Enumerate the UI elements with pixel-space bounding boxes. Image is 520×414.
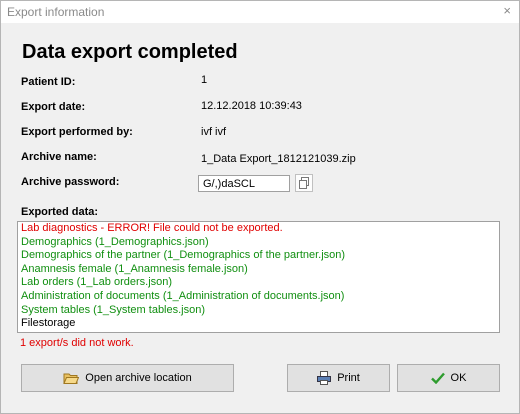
folder-icon (63, 373, 80, 384)
copy-password-button[interactable] (295, 174, 313, 192)
checkmark-icon (430, 372, 445, 384)
patient-id-label: Patient ID: (21, 76, 76, 88)
printer-icon (317, 371, 332, 385)
print-label: Print (337, 372, 360, 384)
export-status-message: 1 export/s did not work. (20, 337, 134, 349)
ok-label: OK (450, 372, 467, 384)
open-archive-location-button[interactable]: Open archive location (21, 364, 234, 392)
ok-button[interactable]: OK (397, 364, 500, 392)
archive-password-label: Archive password: (21, 176, 120, 188)
exported-data-list[interactable]: Lab diagnostics - ERROR! File could not … (17, 221, 500, 333)
list-item: Anamnesis female (1_Anamnesis female.jso… (21, 262, 248, 275)
open-archive-location-label: Open archive location (85, 372, 192, 384)
list-item: Demographics of the partner (1_Demograph… (21, 249, 346, 262)
archive-name-value: 1_Data Export_1812121039.zip (201, 153, 356, 165)
patient-id-value: 1 (201, 74, 208, 86)
list-item: Administration of documents (1_Administr… (21, 289, 345, 302)
export-date-value: 12.12.2018 10:39:43 (201, 100, 302, 112)
export-date-label: Export date: (21, 101, 86, 113)
performed-by-value: ivf ivf (201, 126, 227, 138)
list-item: Lab diagnostics - ERROR! File could not … (21, 222, 283, 234)
export-information-dialog: Export information × Data export complet… (0, 0, 520, 414)
list-item: Lab orders (1_Lab orders.json) (21, 276, 173, 289)
archive-password-field[interactable]: G/,)daSCL (198, 175, 290, 192)
close-icon[interactable]: × (503, 3, 511, 18)
title-bar: Export information × (1, 1, 519, 23)
performed-by-label: Export performed by: (21, 126, 133, 138)
copy-icon (299, 177, 309, 189)
list-item: Demographics (1_Demographics.json) (21, 235, 209, 248)
archive-name-label: Archive name: (21, 151, 97, 163)
window-title: Export information (7, 5, 105, 19)
print-button[interactable]: Print (287, 364, 390, 392)
page-title: Data export completed (22, 41, 238, 63)
list-item: Filestorage (21, 317, 76, 330)
list-item: System tables (1_System tables.json) (21, 303, 206, 316)
exported-data-label: Exported data: (21, 206, 99, 218)
